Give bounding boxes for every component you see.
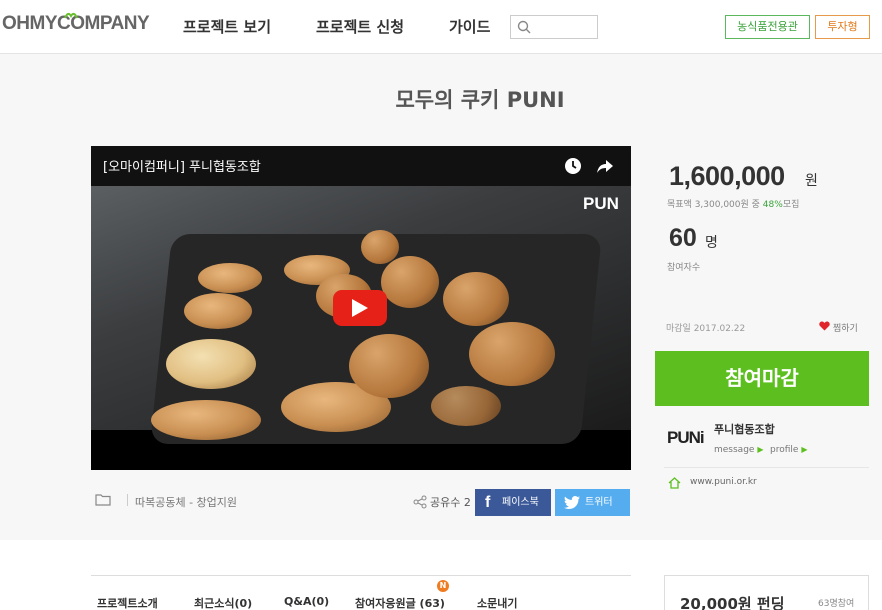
- goal-prefix: 목표액 3,300,000원 중: [667, 200, 763, 210]
- nav-guide[interactable]: 가이드: [449, 16, 490, 37]
- profile-link[interactable]: profile ▶: [770, 445, 807, 455]
- participant-unit: 명: [705, 235, 718, 251]
- goal-percent: 48%: [762, 200, 783, 210]
- wishlist-button[interactable]: 찜하기: [833, 321, 858, 334]
- twitter-label: 트위터: [585, 497, 613, 508]
- reward-amount: 20,000원 펀딩: [680, 595, 785, 610]
- site-logo[interactable]: OHMYCOMPANY: [2, 12, 150, 35]
- participant-count: 60: [669, 224, 697, 252]
- search-icon: [517, 20, 531, 34]
- amount-unit: 원: [805, 173, 818, 189]
- page-title: 모두의 쿠키 PUNI: [395, 88, 565, 112]
- home-icon: [668, 477, 681, 489]
- arrow-right-icon: ▶: [757, 445, 764, 454]
- project-category[interactable]: 따복공동체 - 창업지원: [135, 494, 237, 510]
- arrow-right-icon: ▶: [801, 445, 808, 454]
- message-link[interactable]: message ▶: [714, 445, 763, 455]
- message-label: message: [714, 445, 755, 455]
- video-watermark: PUN: [583, 194, 619, 213]
- play-icon: [352, 299, 368, 317]
- nav-project-browse[interactable]: 프로젝트 보기: [183, 16, 271, 37]
- creator-website-link[interactable]: www.puni.or.kr: [690, 477, 757, 487]
- heart-icon[interactable]: [819, 321, 830, 331]
- search-input[interactable]: [510, 15, 598, 39]
- nav-project-apply[interactable]: 프로젝트 신청: [316, 16, 404, 37]
- play-button[interactable]: [333, 290, 387, 326]
- tab-spread-word[interactable]: 소문내기: [477, 595, 517, 610]
- share-arrow-icon[interactable]: [596, 157, 614, 175]
- funded-amount: 1,600,000: [669, 161, 785, 191]
- site-header: OHMYCOMPANY 프로젝트 보기 프로젝트 신청 가이드 농식품전용관 투…: [0, 0, 882, 54]
- facebook-icon: f: [485, 494, 491, 511]
- agrifood-button[interactable]: 농식품전용관: [725, 15, 810, 39]
- facebook-share-button[interactable]: f 페이스북: [475, 489, 551, 516]
- tab-supporter-comments[interactable]: 참여자응원글 (63): [355, 595, 445, 610]
- deadline-date: 마감일 2017.02.22: [666, 324, 746, 334]
- tab-project-intro[interactable]: 프로젝트소개: [97, 595, 158, 610]
- creator-name: 푸니협동조합: [714, 423, 775, 436]
- share-count: 공유수 2: [430, 496, 471, 509]
- goal-text: 목표액 3,300,000원 중 48%모집: [667, 197, 799, 210]
- participate-closed-button[interactable]: 참여마감: [655, 351, 869, 406]
- leaf-icon: [64, 12, 78, 19]
- tab-recent-news[interactable]: 최근소식(0): [194, 595, 252, 610]
- watch-later-icon[interactable]: [564, 157, 582, 175]
- folder-icon: [95, 494, 111, 506]
- twitter-icon: [564, 496, 580, 509]
- video-player[interactable]: [오마이컴퍼니] 푸니협동조합 PUN: [91, 146, 631, 470]
- goal-suffix: 모집: [782, 200, 800, 210]
- investment-button[interactable]: 투자형: [815, 15, 870, 39]
- creator-logo: PUNi: [667, 428, 705, 447]
- share-icon: [413, 495, 427, 509]
- video-title: [오마이컴퍼니] 푸니협동조합: [103, 160, 261, 175]
- reward-participants: 63명참여: [818, 599, 855, 609]
- participant-label: 참여자수: [667, 263, 701, 273]
- divider: [127, 494, 128, 506]
- facebook-label: 페이스북: [502, 497, 539, 508]
- twitter-share-button[interactable]: 트위터: [555, 489, 630, 516]
- tab-qna[interactable]: Q&A(0): [284, 595, 329, 608]
- video-title-bar: [오마이컴퍼니] 푸니협동조합: [91, 146, 631, 186]
- divider: [664, 467, 869, 468]
- new-badge: N: [437, 580, 449, 592]
- profile-label: profile: [770, 445, 799, 455]
